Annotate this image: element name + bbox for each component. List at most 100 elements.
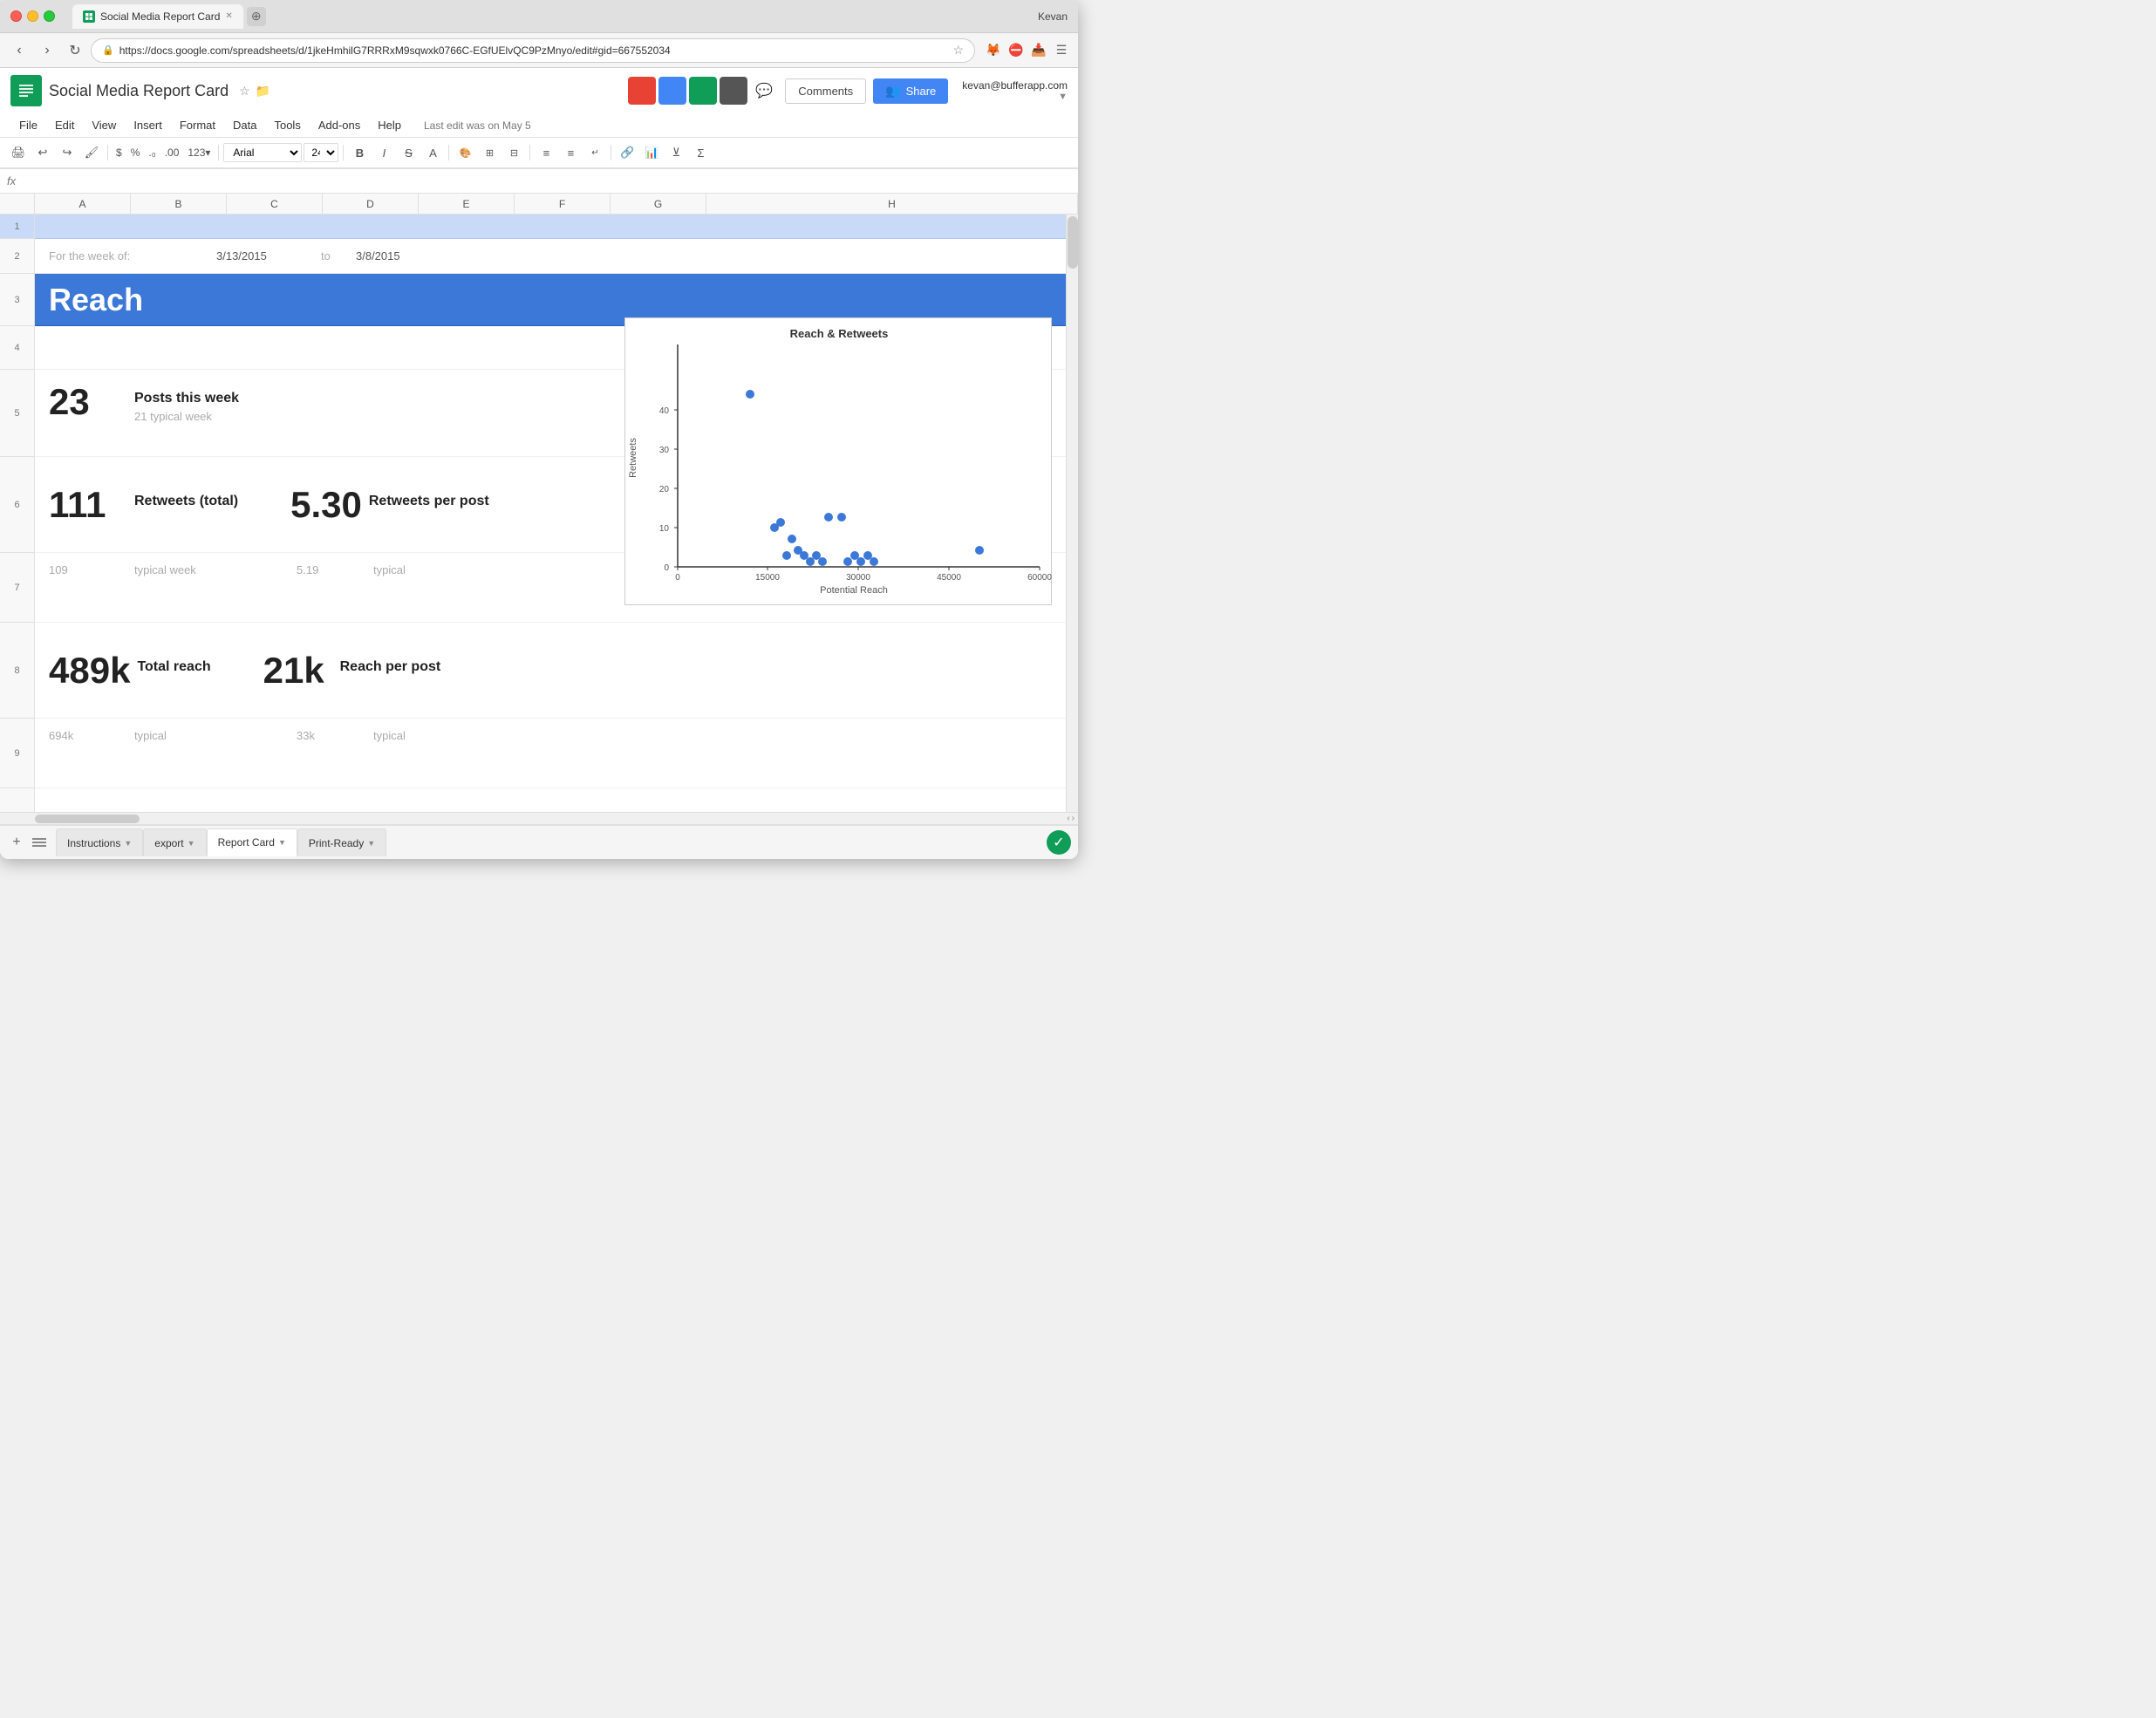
- tab-export-arrow[interactable]: ▼: [188, 839, 195, 848]
- folder-icon[interactable]: 📁: [256, 84, 270, 99]
- new-tab-button[interactable]: ⊕: [247, 7, 266, 26]
- tab-report-card-arrow[interactable]: ▼: [278, 838, 286, 847]
- italic-button[interactable]: I: [372, 141, 395, 164]
- column-headers: A B C D E F G H: [0, 194, 1078, 215]
- sheet-tab-report-card[interactable]: Report Card ▼: [207, 828, 297, 856]
- wrap-text[interactable]: ↵: [583, 141, 606, 164]
- menu-format[interactable]: Format: [171, 115, 224, 135]
- chart-button[interactable]: 📊: [640, 141, 663, 164]
- tab-print-ready-label: Print-Ready: [309, 837, 364, 849]
- link-button[interactable]: 🔗: [616, 141, 638, 164]
- scroll-left-arrow[interactable]: ‹: [1067, 814, 1069, 823]
- retweets-label: Retweets (total): [134, 494, 238, 509]
- tab-instructions-arrow[interactable]: ▼: [124, 839, 132, 848]
- row-num-1: 1: [0, 215, 34, 239]
- back-button[interactable]: ‹: [7, 38, 31, 63]
- font-size-select[interactable]: 24: [304, 143, 338, 162]
- addon-icon-1[interactable]: 🦊: [984, 41, 1003, 60]
- horizontal-scrollbar[interactable]: ‹ ›: [0, 812, 1078, 824]
- decimal-decrease[interactable]: .₀: [145, 147, 159, 159]
- close-button[interactable]: [10, 10, 22, 22]
- align-center[interactable]: ≡: [559, 141, 582, 164]
- borders-button[interactable]: ⊞: [478, 141, 501, 164]
- menu-edit[interactable]: Edit: [46, 115, 83, 135]
- tab-instructions-label: Instructions: [67, 837, 120, 849]
- user-dropdown[interactable]: ▼: [1058, 92, 1068, 102]
- merge-button[interactable]: ⊟: [502, 141, 525, 164]
- menu-icon[interactable]: ☰: [1052, 41, 1071, 60]
- active-tab[interactable]: Social Media Report Card ✕: [72, 4, 243, 29]
- retweets-per-post-block: 5.30 Retweets per post: [290, 487, 489, 523]
- sheet-tab-print-ready[interactable]: Print-Ready ▼: [297, 828, 386, 856]
- svg-text:20: 20: [659, 485, 670, 494]
- undo-icon[interactable]: ↩: [31, 141, 54, 164]
- addon-icon-2[interactable]: ⛔: [1006, 41, 1026, 60]
- posts-info: Posts this week 21 typical week: [127, 384, 239, 423]
- tab-close-icon[interactable]: ✕: [225, 11, 232, 21]
- add-sheet-button[interactable]: +: [7, 833, 26, 852]
- menu-addons[interactable]: Add-ons: [310, 115, 369, 135]
- menu-data[interactable]: Data: [224, 115, 265, 135]
- menu-view[interactable]: View: [83, 115, 125, 135]
- number-format[interactable]: 123▾: [184, 147, 214, 159]
- scroll-right-arrow[interactable]: ›: [1072, 814, 1075, 823]
- filter-button[interactable]: ⊻: [665, 141, 687, 164]
- sheet-list-button[interactable]: [30, 833, 49, 852]
- col-header-rest: H: [706, 194, 1078, 214]
- h-scrollbar-thumb[interactable]: [35, 815, 140, 823]
- tab-report-card-label: Report Card: [218, 836, 275, 849]
- title-bar: Social Media Report Card ✕ ⊕ Kevan: [0, 0, 1078, 33]
- chat-icon[interactable]: 💬: [750, 77, 778, 105]
- menu-help[interactable]: Help: [369, 115, 410, 135]
- row-num-9: 9: [0, 719, 34, 788]
- share-icon: 👥: [885, 84, 900, 99]
- star-icon[interactable]: ☆: [239, 84, 250, 99]
- minimize-button[interactable]: [27, 10, 38, 22]
- reach-block: 489k Total reach: [49, 652, 211, 689]
- row-10: [35, 788, 1066, 812]
- sheet-tab-instructions[interactable]: Instructions ▼: [56, 828, 143, 856]
- strikethrough-button[interactable]: S: [397, 141, 420, 164]
- maximize-button[interactable]: [44, 10, 55, 22]
- menu-insert[interactable]: Insert: [125, 115, 171, 135]
- font-select[interactable]: Arial: [223, 143, 302, 162]
- percent-icon[interactable]: %: [127, 147, 144, 159]
- bookmark-icon[interactable]: ☆: [952, 43, 964, 58]
- formula-input[interactable]: [23, 174, 1071, 187]
- refresh-button[interactable]: ↻: [63, 38, 87, 63]
- corner-cell: [0, 194, 35, 214]
- fill-color-button[interactable]: 🎨: [454, 141, 476, 164]
- print-icon[interactable]: 🖨: [7, 141, 30, 164]
- col-header-d: D: [323, 194, 419, 214]
- decimal-increase[interactable]: .00: [161, 147, 183, 159]
- addon-icon-3[interactable]: 📥: [1029, 41, 1048, 60]
- url-text: https://docs.google.com/spreadsheets/d/1…: [119, 44, 945, 57]
- sheet-content[interactable]: For the week of: 3/13/2015 to 3/8/2015 R…: [35, 215, 1066, 812]
- paint-format-icon[interactable]: 🖌: [80, 141, 103, 164]
- address-bar[interactable]: 🔒 https://docs.google.com/spreadsheets/d…: [91, 38, 975, 63]
- text-color-button[interactable]: A: [421, 141, 444, 164]
- svg-text:60000: 60000: [1027, 573, 1052, 583]
- comments-button[interactable]: Comments: [785, 78, 866, 104]
- function-button[interactable]: Σ: [689, 141, 712, 164]
- menu-file[interactable]: File: [10, 115, 46, 135]
- share-button[interactable]: 👥 Share: [873, 78, 948, 104]
- currency-icon[interactable]: $: [113, 147, 126, 159]
- scrollbar-thumb[interactable]: [1068, 216, 1078, 269]
- chart-point: [856, 557, 865, 566]
- redo-icon[interactable]: ↪: [56, 141, 78, 164]
- row-2: For the week of: 3/13/2015 to 3/8/2015: [35, 239, 1066, 274]
- menu-tools[interactable]: Tools: [265, 115, 309, 135]
- bold-button[interactable]: B: [348, 141, 371, 164]
- svg-text:15000: 15000: [755, 573, 780, 583]
- svg-text:10: 10: [659, 524, 670, 534]
- forward-button[interactable]: ›: [35, 38, 59, 63]
- tab-print-ready-arrow[interactable]: ▼: [367, 839, 375, 848]
- toolbar-icons: 💬: [628, 77, 778, 105]
- toolbar-sep-2: [218, 145, 219, 160]
- vertical-scrollbar[interactable]: [1066, 215, 1078, 812]
- share-label: Share: [906, 85, 937, 98]
- formula-bar: fx: [0, 169, 1078, 194]
- sheet-tab-export[interactable]: export ▼: [143, 828, 206, 856]
- align-left[interactable]: ≡: [535, 141, 557, 164]
